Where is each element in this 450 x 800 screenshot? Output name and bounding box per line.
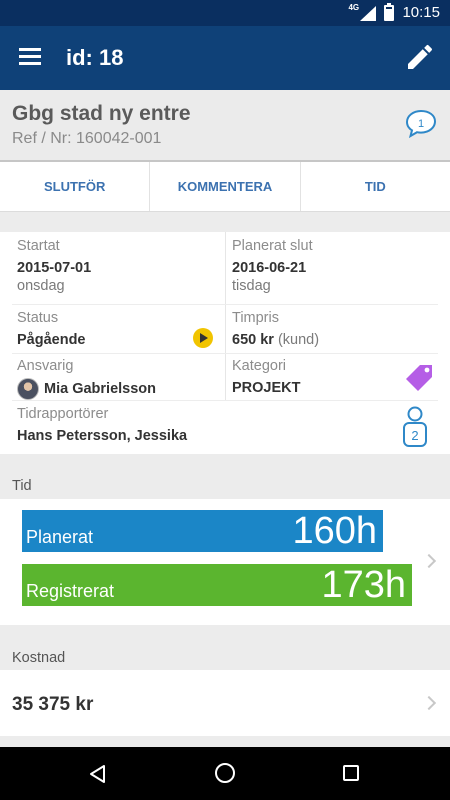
chevron-right-icon — [421, 695, 437, 711]
pencil-icon[interactable] — [404, 41, 436, 73]
cost-section-label: Kostnad — [12, 650, 66, 666]
planned-bar: Planerat 160h — [22, 510, 383, 552]
status-label: Status — [17, 310, 59, 326]
rate-value: 650 kr — [232, 332, 274, 348]
battery-icon — [384, 2, 395, 21]
reporters-count: 2 — [411, 428, 418, 443]
cost-card[interactable]: 35 375 kr — [0, 670, 450, 736]
person-icon[interactable]: 2 — [401, 406, 429, 448]
planned-hours: 160h — [292, 510, 377, 552]
time-button[interactable]: TID — [301, 162, 450, 211]
category-label: Kategori — [232, 358, 287, 374]
divider — [225, 232, 226, 400]
signal-icon: 4G — [348, 2, 377, 21]
menu-icon[interactable] — [19, 48, 41, 66]
home-icon[interactable] — [215, 763, 235, 783]
comment-count: 1 — [418, 118, 424, 130]
registered-bar: Registrerat 173h — [22, 564, 412, 606]
rate-suffix: (kund) — [277, 332, 320, 348]
network-type: 4G — [348, 2, 360, 12]
project-header: Gbg stad ny entre Ref / Nr: 160042-001 1 — [0, 90, 450, 160]
recent-apps-icon[interactable] — [343, 765, 359, 781]
time-section-label: Tid — [12, 478, 32, 494]
planned-end-date: 2016-06-21 — [232, 260, 307, 276]
category-value: PROJEKT — [232, 380, 301, 396]
avatar — [17, 378, 39, 400]
project-title: Gbg stad ny entre — [12, 102, 191, 125]
cost-value: 35 375 kr — [12, 694, 94, 715]
comment-icon[interactable]: 1 — [404, 108, 438, 140]
comment-button[interactable]: KOMMENTERA — [150, 162, 301, 211]
time-card[interactable]: Planerat 160h Registrerat 173h — [0, 499, 450, 625]
responsible-name: Mia Gabrielsson — [44, 380, 157, 397]
status-field: Status Pågående — [17, 310, 86, 348]
project-ref: Ref / Nr: 160042-001 — [12, 130, 162, 147]
responsible-field: Ansvarig Mia Gabrielsson — [17, 358, 156, 400]
navigation-bar — [0, 747, 450, 800]
status-bar: 4G 10:15 — [0, 0, 450, 26]
play-icon[interactable] — [193, 328, 213, 348]
reporters-value: Hans Petersson, Jessika — [17, 428, 188, 444]
reporters-label: Tidrapportörer — [17, 406, 109, 422]
registered-hours: 173h — [321, 564, 406, 606]
divider — [12, 304, 438, 305]
start-label: Startat — [17, 238, 60, 254]
responsible-label: Ansvarig — [17, 358, 74, 374]
rate-label: Timpris — [232, 310, 279, 326]
start-date: 2015-07-01 — [17, 260, 92, 276]
tag-icon — [406, 365, 432, 391]
finish-button[interactable]: SLUTFÖR — [0, 162, 151, 211]
registered-label: Registrerat — [26, 581, 115, 601]
rate-field: Timpris 650 kr (kund) — [232, 310, 319, 348]
status-value: Pågående — [17, 332, 86, 348]
chevron-right-icon — [421, 553, 437, 569]
clock: 10:15 — [402, 4, 440, 21]
action-bar: SLUTFÖR KOMMENTERA TID — [0, 162, 450, 212]
planned-end-label: Planerat slut — [232, 238, 313, 254]
planned-end-field: Planerat slut 2016-06-21 tisdag — [232, 238, 313, 294]
app-bar: id: 18 — [0, 26, 450, 90]
planned-label: Planerat — [26, 527, 94, 547]
back-icon[interactable] — [88, 764, 108, 784]
project-info: Startat 2015-07-01 onsdag Planerat slut … — [0, 232, 450, 454]
planned-end-day: tisdag — [232, 278, 271, 294]
start-day: onsdag — [17, 278, 65, 294]
page-title: id: 18 — [66, 45, 124, 70]
category-field: Kategori PROJEKT — [232, 358, 301, 396]
start-field: Startat 2015-07-01 onsdag — [17, 238, 91, 294]
reporters-field: Tidrapportörer Hans Petersson, Jessika — [17, 406, 187, 444]
divider — [12, 400, 438, 401]
divider — [12, 353, 438, 354]
